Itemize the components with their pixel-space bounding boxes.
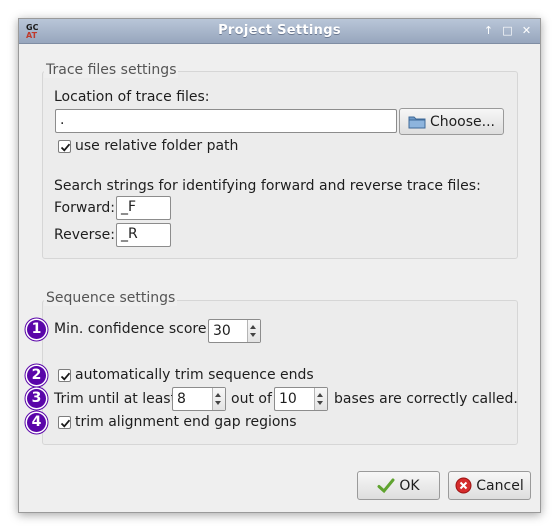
min-confidence-stepper[interactable]: [247, 320, 260, 342]
trim-suffix-label: bases are correctly called.: [334, 391, 518, 407]
trim-mid-label: out of: [231, 391, 272, 407]
trim-window-spinbox[interactable]: 10: [274, 387, 328, 411]
choose-button-label: Choose...: [429, 113, 496, 130]
min-confidence-spinbox[interactable]: 30: [208, 319, 261, 343]
folder-icon: [408, 116, 426, 128]
annotation-badge-3: 3: [27, 389, 46, 408]
auto-trim-checkbox[interactable]: [58, 369, 71, 382]
trim-prefix-label: Trim until at least: [54, 391, 177, 407]
ok-button-label: OK: [399, 477, 420, 494]
maximize-icon[interactable]: □: [501, 24, 514, 37]
search-strings-label: Search strings for identifying forward a…: [54, 178, 481, 194]
min-confidence-value: 30: [213, 323, 231, 339]
sequence-settings-group-title: Sequence settings: [44, 290, 178, 306]
min-confidence-label: Min. confidence score:: [54, 321, 212, 337]
cancel-button[interactable]: Cancel: [448, 471, 531, 500]
gap-trim-label[interactable]: trim alignment end gap regions: [75, 414, 297, 430]
annotation-badge-4: 4: [27, 413, 46, 432]
arrow-down-icon[interactable]: [250, 333, 256, 337]
trim-bases-value: 8: [177, 391, 186, 407]
forward-label: Forward:: [54, 200, 116, 216]
forward-input[interactable]: _F: [116, 196, 171, 220]
cancel-button-label: Cancel: [476, 477, 524, 494]
checkmark-icon: [60, 419, 71, 428]
cancel-icon: [455, 477, 472, 494]
location-input[interactable]: .: [55, 109, 397, 133]
checkmark-icon: [377, 478, 395, 493]
relative-path-label[interactable]: use relative folder path: [75, 138, 238, 154]
reverse-input[interactable]: _R: [116, 223, 171, 247]
location-label: Location of trace files:: [54, 89, 210, 105]
window-title: Project Settings: [218, 23, 341, 38]
trim-bases-stepper[interactable]: [212, 388, 225, 410]
checkmark-icon: [60, 372, 71, 381]
reverse-label: Reverse:: [54, 227, 115, 243]
choose-button[interactable]: Choose...: [399, 108, 504, 135]
arrow-down-icon[interactable]: [215, 401, 221, 405]
auto-trim-label[interactable]: automatically trim sequence ends: [75, 367, 314, 383]
annotation-badge-1: 1: [27, 320, 46, 339]
arrow-up-icon[interactable]: [215, 393, 221, 397]
close-icon[interactable]: ✕: [520, 24, 533, 37]
project-settings-dialog: GC AT Project Settings ↑ □ ✕ Trace files…: [18, 18, 541, 513]
trim-window-value: 10: [279, 391, 297, 407]
trim-window-stepper[interactable]: [314, 388, 327, 410]
arrow-up-icon[interactable]: [250, 325, 256, 329]
trim-bases-spinbox[interactable]: 8: [172, 387, 226, 411]
gap-trim-checkbox[interactable]: [58, 416, 71, 429]
checkmark-icon: [60, 143, 71, 152]
arrow-down-icon[interactable]: [317, 401, 323, 405]
relative-path-checkbox[interactable]: [58, 140, 71, 153]
title-bar[interactable]: GC AT Project Settings ↑ □ ✕: [19, 19, 540, 44]
arrow-up-icon[interactable]: [317, 393, 323, 397]
ok-button[interactable]: OK: [357, 471, 440, 500]
keep-above-icon[interactable]: ↑: [482, 24, 495, 37]
trace-files-group-title: Trace files settings: [44, 62, 179, 78]
annotation-badge-2: 2: [27, 366, 46, 385]
